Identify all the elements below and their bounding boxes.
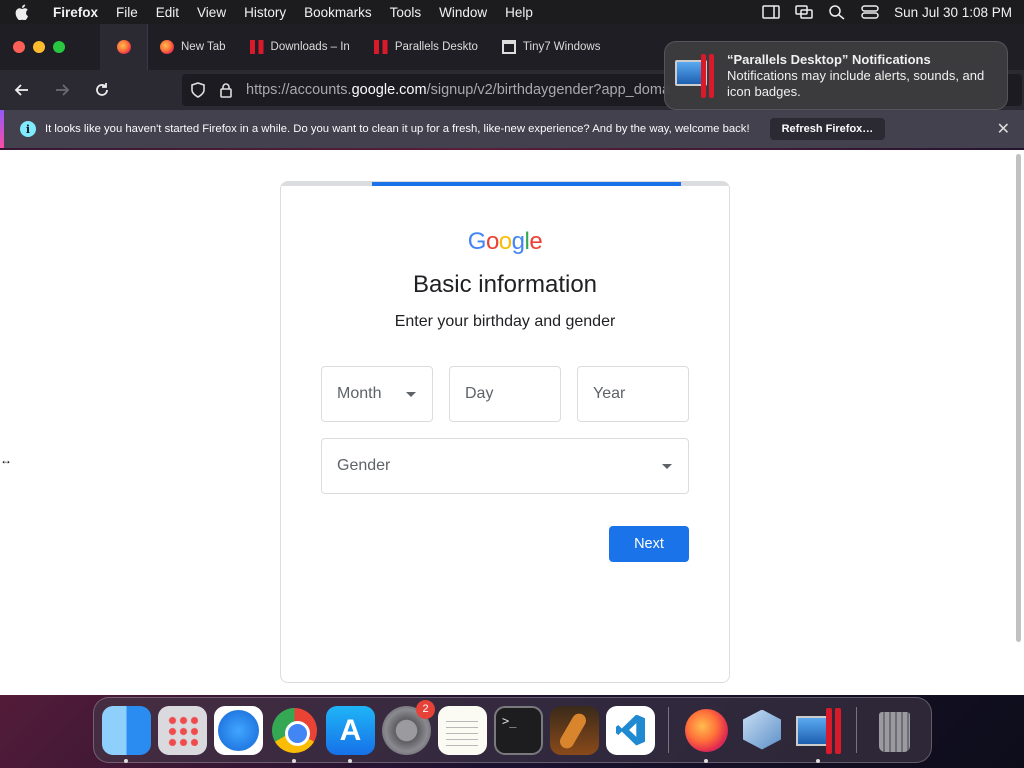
signup-progress-bar xyxy=(281,182,729,186)
menubar-clock[interactable]: Sun Jul 30 1:08 PM xyxy=(894,5,1012,20)
apple-menu-icon[interactable] xyxy=(0,4,44,20)
chrome-icon[interactable] xyxy=(270,706,319,763)
year-label: Year xyxy=(593,385,626,402)
reload-button[interactable] xyxy=(84,74,120,106)
tab-title: Tiny7 Windows xyxy=(522,41,601,53)
menu-help[interactable]: Help xyxy=(496,5,542,20)
tiny7-icon xyxy=(501,40,516,54)
menubar: Firefox File Edit View History Bookmarks… xyxy=(0,0,1024,24)
gender-select[interactable]: Gender xyxy=(321,438,689,494)
dropdown-arrow-icon xyxy=(662,464,672,469)
menu-edit[interactable]: Edit xyxy=(147,5,188,20)
parallels-desktop-icon[interactable] xyxy=(794,706,843,763)
sidebar-toggle-icon[interactable] xyxy=(762,4,780,20)
notification-title: “Parallels Desktop” Notifications xyxy=(727,52,931,67)
day-input[interactable]: Day xyxy=(449,366,561,422)
arrow-right-icon xyxy=(56,84,70,96)
launchpad-icon[interactable] xyxy=(158,705,207,755)
parallels-desktop-icon xyxy=(675,54,715,98)
screen-mirroring-icon[interactable] xyxy=(795,4,813,20)
window-controls xyxy=(0,41,100,53)
firefox-icon xyxy=(116,40,131,54)
info-icon: i xyxy=(20,121,36,137)
back-button[interactable] xyxy=(4,74,40,106)
page-scrollbar[interactable] xyxy=(1016,154,1021,642)
tab-title: Downloads – In xyxy=(270,41,350,53)
tab-pinned-firefox[interactable] xyxy=(100,24,148,70)
url-host: google.com xyxy=(351,82,427,98)
menu-file[interactable]: File xyxy=(107,5,147,20)
textedit-icon[interactable] xyxy=(438,705,487,755)
tab-downloads[interactable]: Downloads – In xyxy=(238,24,362,70)
menu-view[interactable]: View xyxy=(188,5,235,20)
close-icon[interactable]: ✕ xyxy=(997,119,1010,139)
safari-icon[interactable] xyxy=(214,705,263,755)
lock-icon[interactable] xyxy=(218,82,234,98)
garageband-icon[interactable] xyxy=(550,705,599,755)
terminal-prompt: >_ xyxy=(502,713,517,728)
parallels-notification[interactable]: “Parallels Desktop” Notifications Notifi… xyxy=(664,41,1008,110)
system-settings-icon[interactable]: 2 xyxy=(382,699,435,755)
vscode-icon[interactable] xyxy=(606,705,655,755)
menu-bookmarks[interactable]: Bookmarks xyxy=(295,5,381,20)
signup-card: Google Basic information Enter your birt… xyxy=(280,181,730,683)
spotlight-search-icon[interactable] xyxy=(828,4,846,20)
tab-parallels-desktop[interactable]: Parallels Deskto xyxy=(362,24,490,70)
infobar-message: It looks like you haven't started Firefo… xyxy=(45,123,750,135)
dock-separator xyxy=(856,707,857,753)
menu-window[interactable]: Window xyxy=(430,5,496,20)
day-label: Day xyxy=(465,385,494,402)
refresh-firefox-button[interactable]: Refresh Firefox… xyxy=(769,118,886,140)
url-text[interactable]: https://accounts.google.com/signup/v2/bi… xyxy=(246,82,670,98)
url-prefix: https://accounts. xyxy=(246,82,352,98)
url-path: /signup/v2/birthdaygender?app_doma xyxy=(426,82,671,98)
tab-title: New Tab xyxy=(181,41,226,53)
notification-badge: 2 xyxy=(416,699,435,719)
year-input[interactable]: Year xyxy=(577,366,689,422)
notification-body: Notifications may include alerts, sounds… xyxy=(727,68,985,99)
dock-separator xyxy=(668,707,669,753)
finder-icon[interactable] xyxy=(102,705,151,763)
trash-icon[interactable] xyxy=(870,706,919,755)
signup-progress-fill xyxy=(372,182,681,186)
tracking-shield-icon[interactable] xyxy=(190,82,206,98)
control-center-icon[interactable] xyxy=(861,4,879,20)
resize-cursor-icon: ↔ xyxy=(0,453,12,467)
menu-app-name[interactable]: Firefox xyxy=(44,5,107,20)
month-select[interactable]: Month xyxy=(321,366,433,422)
tab-new-tab[interactable]: New Tab xyxy=(148,24,238,70)
fullscreen-window-button[interactable] xyxy=(53,41,65,53)
firefox-icon xyxy=(160,40,174,54)
tab-tiny7-windows[interactable]: Tiny7 Windows xyxy=(490,24,613,70)
minimize-window-button[interactable] xyxy=(33,41,45,53)
firefox-icon[interactable] xyxy=(682,706,731,763)
app-store-icon[interactable]: A xyxy=(326,705,375,763)
close-window-button[interactable] xyxy=(13,41,25,53)
reload-icon xyxy=(96,83,108,96)
arrow-left-icon xyxy=(14,84,28,96)
virtualbox-icon[interactable] xyxy=(738,706,787,755)
parallels-icon xyxy=(249,40,264,54)
month-label: Month xyxy=(337,385,382,402)
terminal-icon[interactable]: >_ xyxy=(494,705,543,755)
menu-history[interactable]: History xyxy=(235,5,295,20)
refresh-firefox-notification-bar: i It looks like you haven't started Fire… xyxy=(0,110,1024,148)
page-subtitle: Enter your birthday and gender xyxy=(394,313,616,330)
tab-title: Parallels Deskto xyxy=(394,41,478,53)
forward-button[interactable] xyxy=(44,74,80,106)
dropdown-arrow-icon xyxy=(406,392,416,397)
gender-label: Gender xyxy=(337,457,391,474)
page-viewport: ↔ Google Basic information Enter your bi… xyxy=(0,150,1024,695)
menu-tools[interactable]: Tools xyxy=(381,5,431,20)
dock: A 2 >_ xyxy=(93,697,932,763)
parallels-icon xyxy=(373,40,388,54)
page-title: Basic information xyxy=(412,271,598,298)
google-logo: Google xyxy=(467,228,543,255)
next-button[interactable]: Next xyxy=(609,526,689,562)
